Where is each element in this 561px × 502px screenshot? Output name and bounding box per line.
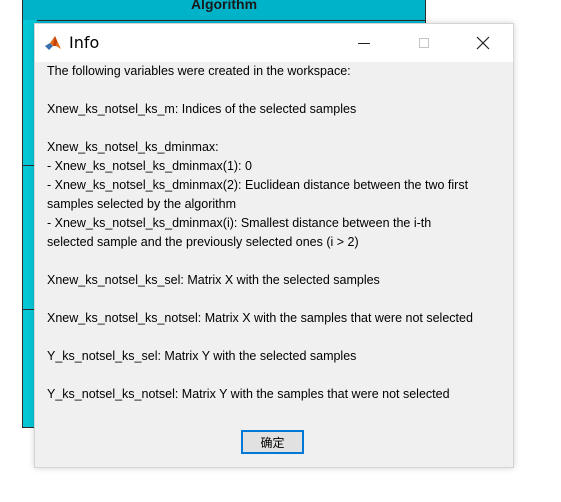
dialog-message: The following variables were created in … [47, 62, 507, 404]
minimize-button[interactable] [341, 24, 387, 62]
matlab-icon [44, 34, 62, 52]
message-line: - Xnew_ks_notsel_ks_dminmax(2): Euclidea… [47, 178, 469, 192]
info-dialog: Info The following variables were create… [34, 23, 514, 468]
message-line [47, 290, 507, 309]
message-line [47, 81, 507, 100]
message-line [47, 252, 507, 271]
message-line: - Xnew_ks_notsel_ks_dminmax(i): Smallest… [47, 216, 432, 230]
close-icon [476, 36, 490, 50]
message-line [47, 366, 507, 385]
ok-button[interactable]: 确定 [241, 430, 304, 454]
dialog-titlebar[interactable]: Info [35, 24, 513, 62]
message-line: Y_ks_notsel_ks_sel: Matrix Y with the se… [47, 349, 357, 363]
message-line: Xnew_ks_notsel_ks_notsel: Matrix X with … [47, 311, 473, 325]
message-line: Y_ks_notsel_ks_notsel: Matrix Y with the… [47, 387, 450, 401]
message-line: Xnew_ks_notsel_ks_dminmax: [47, 140, 219, 154]
message-line: - Xnew_ks_notsel_ks_dminmax(1): 0 [47, 159, 252, 173]
message-line: samples selected by the algorithm [47, 197, 236, 211]
message-line: Xnew_ks_notsel_ks_sel: Matrix X with the… [47, 273, 380, 287]
maximize-button[interactable] [401, 24, 447, 62]
close-button[interactable] [460, 24, 506, 62]
dialog-title: Info [69, 33, 100, 52]
minimize-icon [358, 42, 370, 44]
message-line [47, 328, 507, 347]
background-panel-header: Algorithm [23, 0, 425, 21]
maximize-icon [419, 38, 429, 48]
message-line [47, 119, 507, 138]
message-line: Xnew_ks_notsel_ks_m: Indices of the sele… [47, 102, 357, 116]
desktop: Algorithm Info The following variables w… [0, 0, 561, 502]
message-line: The following variables were created in … [47, 64, 351, 78]
message-line: selected sample and the previously selec… [47, 235, 359, 249]
